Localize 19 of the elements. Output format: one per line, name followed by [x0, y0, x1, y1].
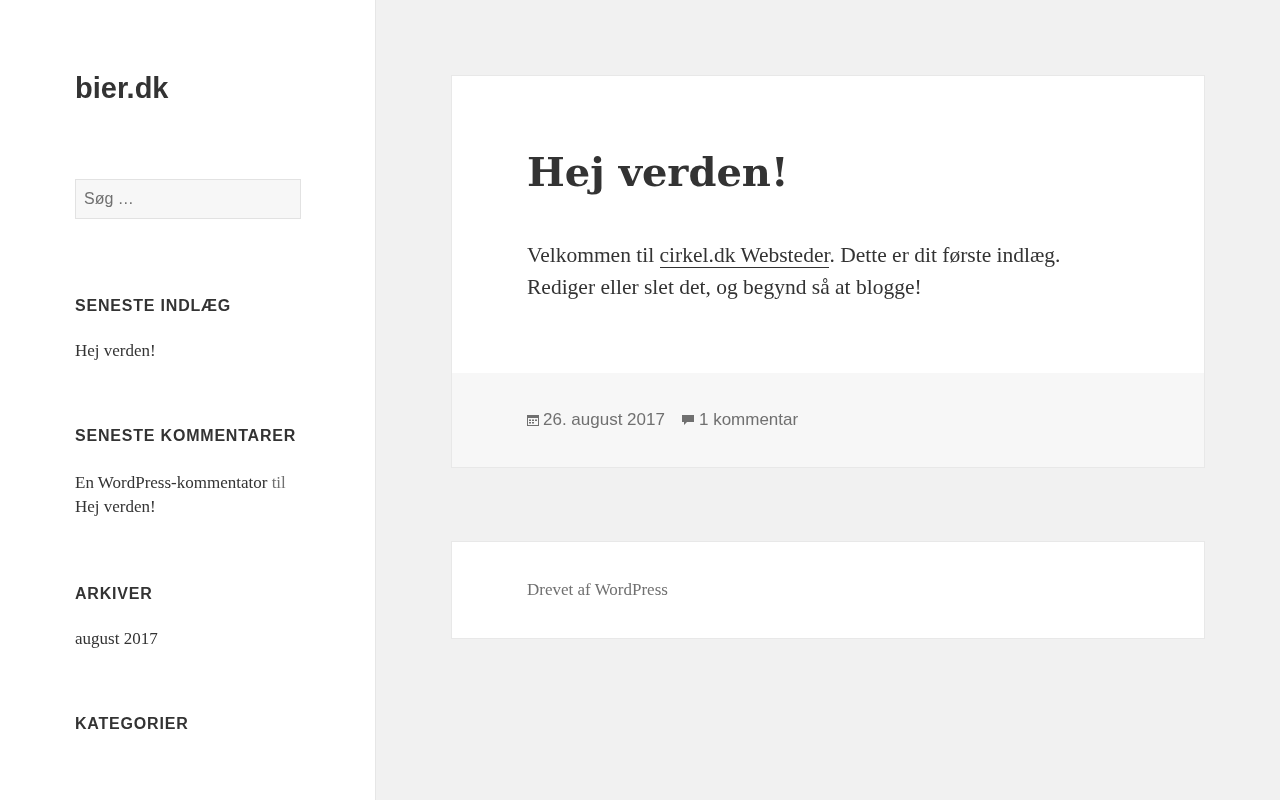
- calendar-icon: [527, 414, 539, 426]
- widget-link[interactable]: Hej verden!: [75, 341, 156, 361]
- speech-bubble-icon: [680, 414, 695, 426]
- search-field[interactable]: Søg …: [75, 179, 301, 219]
- footer-link[interactable]: Drevet af WordPress: [527, 580, 668, 599]
- site-title[interactable]: bier.dk: [75, 72, 169, 105]
- post-date-link[interactable]: 26. august 2017: [527, 410, 665, 430]
- widget-title: KATEGORIER: [75, 715, 189, 733]
- post-link[interactable]: Hej verden!: [75, 497, 156, 516]
- comments-link[interactable]: 1 kommentar: [680, 410, 799, 430]
- widget-title: SENESTE INDLÆG: [75, 297, 232, 315]
- comment-joiner: til: [271, 473, 286, 492]
- widget-link[interactable]: august 2017: [75, 629, 158, 649]
- content-link[interactable]: cirkel.dk Websteder: [659, 243, 830, 268]
- widget-title: SENESTE KOMMENTARER: [75, 427, 297, 445]
- widget-title: ARKIVER: [75, 585, 153, 603]
- comment-author-link[interactable]: En WordPress-kommentator: [75, 473, 268, 492]
- post-text: Velkommen til cirkel.dk Websteder. Dette er dit første indlæg. Rediger eller slet det, og begynd så at blogge!: [527, 242, 1062, 301]
- post-title: Hej verden!: [527, 148, 790, 195]
